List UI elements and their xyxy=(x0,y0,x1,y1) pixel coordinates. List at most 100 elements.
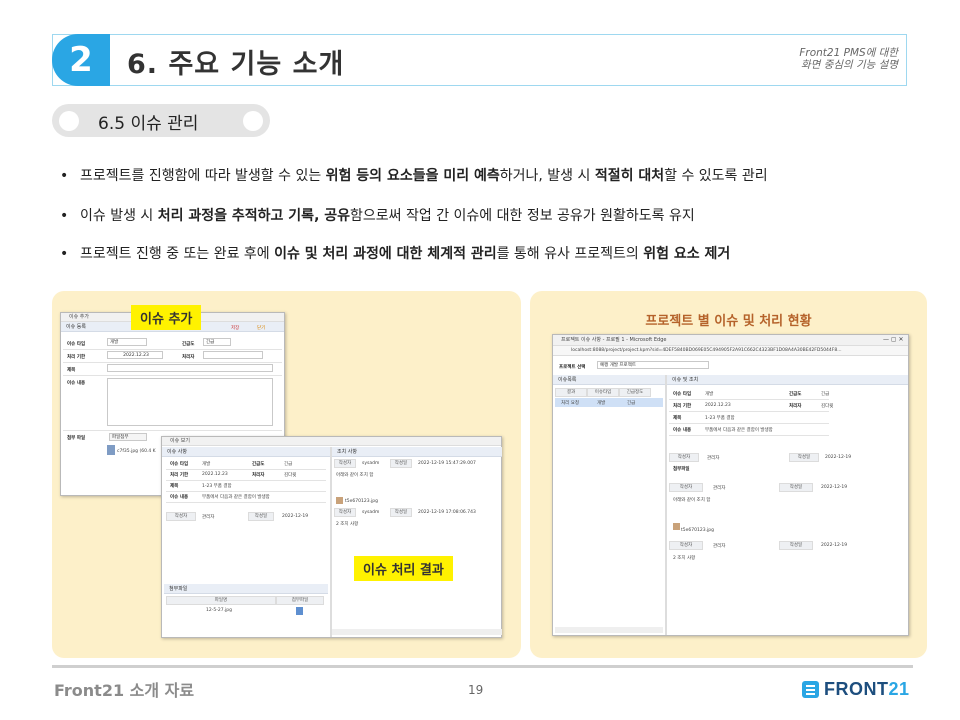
detail-key: 제목 xyxy=(673,416,682,421)
list-col-urgency[interactable]: 긴급정도 xyxy=(619,388,651,397)
detail-value2: 김다윗 xyxy=(284,473,297,478)
browser-window: 프로젝트 이슈 사항 - 프로필 1 - Microsoft Edge — ▢ … xyxy=(552,334,909,636)
action-text2: 2 조치 사항 xyxy=(673,556,696,561)
footer-line xyxy=(52,665,913,668)
detail-key: 이슈 타입 xyxy=(673,392,692,397)
issue-detail-pane: 이슈 사항 xyxy=(162,447,330,457)
detail-value: 부품에서 다음과 같은 결함이 발생함 xyxy=(705,428,773,433)
list-col-result[interactable]: 결과 xyxy=(555,388,587,397)
image-icon xyxy=(673,523,680,530)
project-select[interactable]: 예쩡 개발 프로젝트 xyxy=(597,361,709,369)
divider xyxy=(63,430,282,431)
issue-type-select[interactable]: 개발 xyxy=(107,338,147,346)
section-label: 6.5 이슈 관리 xyxy=(98,114,199,134)
file-name[interactable]: 12-5-27.jpg xyxy=(206,608,232,613)
left-screenshot-panel: 이슈 추가 이슈 등록 저장 닫기 이슈 타입 개발 긴급도 긴급 처리 기한 … xyxy=(52,291,521,658)
bullet-text: 이슈 및 처리 과정에 대한 체계적 관리 xyxy=(274,246,497,262)
detail-value2: 긴급 xyxy=(284,462,293,467)
detail-value2: 긴급 xyxy=(821,392,830,397)
save-button[interactable]: 저장 xyxy=(231,325,239,331)
r-date-2: 2022-12-19 xyxy=(821,543,848,548)
detail-value: 개발 xyxy=(202,462,211,467)
bullet-dot: • xyxy=(60,168,69,184)
bullet-text: 적절히 대처 xyxy=(594,168,665,184)
label-deadline: 처리 기한 xyxy=(67,355,86,360)
detail-value2: 김다윗 xyxy=(821,404,834,409)
row-divider xyxy=(669,435,829,436)
deadline-input[interactable]: 2022.12.23 xyxy=(107,351,163,359)
bullet-1: • 프로젝트를 진행함에 따라 발생할 수 있는 위험 등의 요소들을 미리 예측… xyxy=(60,165,768,185)
page-title: 6. 주요 기능 소개 xyxy=(127,49,345,80)
list-col-type[interactable]: 이슈타입 xyxy=(587,388,619,397)
label-urgency: 긴급도 xyxy=(182,342,195,347)
date-label: 작성일 xyxy=(248,512,274,521)
issue-detail-bar: 이슈 사항 xyxy=(162,447,330,457)
logo-text: FRONT21 xyxy=(824,679,910,700)
r-author-label: 작성자 xyxy=(669,483,703,492)
detail-value: 2022.12.23 xyxy=(705,403,731,408)
page-number: 19 xyxy=(468,683,484,697)
r-author-label-2: 작성자 xyxy=(669,541,703,550)
file-download-icon[interactable] xyxy=(296,607,303,615)
r-author-2: sysadm xyxy=(362,510,380,515)
author-label: 작성자 xyxy=(669,453,699,462)
url-text[interactable]: localhost:8088/project/project.kpm?sid=4… xyxy=(571,348,842,353)
browser-titlebar: 프로젝트 이슈 사항 - 프로필 1 - Microsoft Edge xyxy=(553,335,908,346)
pane-splitter[interactable] xyxy=(330,447,332,637)
logo-icon xyxy=(802,681,819,698)
bullet-text: 함으로써 작업 간 이슈에 대한 정보 공유가 원활하도록 유지 xyxy=(350,208,695,224)
address-bar[interactable]: localhost:8088/project/project.kpm?sid=4… xyxy=(553,346,908,356)
divider xyxy=(63,375,282,376)
r-date-label-2: 작성일 xyxy=(779,541,813,550)
h-scrollbar[interactable] xyxy=(332,629,502,635)
list-row-selected[interactable]: 처리 요청 개발 긴급 xyxy=(555,398,663,407)
row-divider xyxy=(166,469,326,470)
detail-key2: 긴급도 xyxy=(789,392,802,397)
detail-key: 이슈 타입 xyxy=(170,462,189,467)
label-issue-type: 이슈 타입 xyxy=(67,342,86,347)
content-textarea[interactable] xyxy=(107,378,273,426)
detail-value: 개발 xyxy=(705,392,714,397)
project-select-label: 프로젝트 선택 xyxy=(559,365,586,370)
author-value: 관리자 xyxy=(202,515,215,520)
handler-input[interactable] xyxy=(203,351,263,359)
window-controls[interactable]: — ▢ ✕ xyxy=(883,336,904,343)
divider xyxy=(63,349,282,350)
pill-dot-left xyxy=(59,111,79,131)
detail-key: 처리 기한 xyxy=(673,404,692,409)
file-col-attach: 첨부파일 xyxy=(276,596,324,605)
action-pane: 조치 사항 xyxy=(332,447,502,457)
bullet-text: 할 수 있도록 관리 xyxy=(664,168,768,184)
detail-value: 1-23 부품 결함 xyxy=(202,484,232,489)
bullet-text: 처리 과정을 추적하고 기록, 공유 xyxy=(157,208,351,224)
r-author-label: 작성자 xyxy=(334,459,356,468)
r-date1: 2022-12-19 15:47:29.007 xyxy=(418,461,476,466)
r-image-name[interactable]: t5e670123.jpg xyxy=(345,499,378,504)
subtitle-line2: 화면 중심의 기능 설명 xyxy=(801,59,898,71)
attach-button[interactable]: 파일첨부 xyxy=(109,433,147,441)
row-type: 개발 xyxy=(597,401,606,406)
pane-splitter[interactable] xyxy=(665,375,667,635)
issue-view-window: 이슈 보기 이슈 사항 조치 사항 이슈 타입 개발 긴급도 긴급 처리 기한 2022.… xyxy=(161,436,502,638)
bullet-text: 위험 등의 요소들을 미리 예측 xyxy=(325,168,500,184)
urgency-select[interactable]: 긴급 xyxy=(203,338,231,346)
detail-key2: 긴급도 xyxy=(252,462,265,467)
action-image-name[interactable]: t5e670123.jpg xyxy=(681,528,714,533)
h-scrollbar[interactable] xyxy=(555,627,663,633)
detail-bar: 이슈 및 조치 xyxy=(667,375,908,385)
detail-key: 이슈 내용 xyxy=(170,495,189,500)
r-author: 관리자 xyxy=(713,486,726,491)
subtitle-line1: Front21 PMS에 대한 xyxy=(799,47,898,59)
detail-key: 처리 기한 xyxy=(170,473,189,478)
divider xyxy=(63,362,282,363)
title-input[interactable] xyxy=(107,364,273,372)
chapter-number: 2 xyxy=(52,34,110,86)
close-button[interactable]: 닫기 xyxy=(257,325,265,331)
label-handler: 처리자 xyxy=(182,355,195,360)
issue-list-bar: 이슈목록 xyxy=(553,375,665,385)
panel-title: 프로젝트 별 이슈 및 처리 현황 xyxy=(645,314,812,329)
r-date-label-2: 작성일 xyxy=(390,508,412,517)
bullet-text: 이슈 발생 시 xyxy=(80,208,158,224)
row-divider xyxy=(669,411,829,412)
row-result: 처리 요청 xyxy=(561,401,579,406)
